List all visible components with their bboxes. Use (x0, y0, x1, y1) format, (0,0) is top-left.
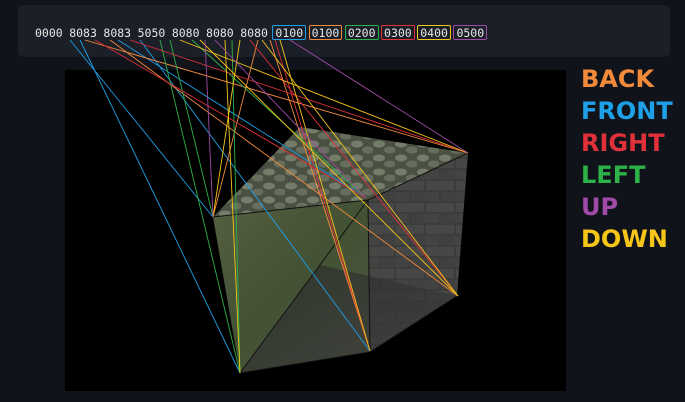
legend-front: FRONT (581, 97, 673, 125)
code-6[interactable]: 8080 (238, 25, 270, 40)
code-10[interactable]: 0300 (381, 24, 415, 40)
code-strip: 0000 8083 8083 5050 8080 8080 8080 0100 … (33, 23, 490, 41)
code-2[interactable]: 8083 (101, 25, 133, 40)
code-4[interactable]: 8080 (170, 25, 202, 40)
code-0[interactable]: 0000 (33, 25, 65, 40)
code-3[interactable]: 5050 (136, 25, 168, 40)
code-1[interactable]: 8083 (67, 25, 99, 40)
code-9[interactable]: 0200 (344, 24, 379, 40)
face-legend: BACK FRONT RIGHT LEFT UP DOWN (567, 60, 675, 272)
legend-left: LEFT (581, 161, 646, 189)
code-7[interactable]: 0100 (272, 24, 307, 40)
code-8[interactable]: 0100 (308, 24, 343, 40)
legend-up: UP (581, 193, 619, 221)
code-12[interactable]: 0500 (453, 24, 488, 40)
legend-back: BACK (581, 65, 655, 93)
legend-down: DOWN (581, 225, 668, 253)
cube-render (212, 127, 469, 374)
legend-right: RIGHT (581, 129, 665, 157)
code-5[interactable]: 8080 (204, 25, 236, 40)
code-11[interactable]: 0400 (417, 24, 451, 40)
render-viewport[interactable] (65, 70, 566, 391)
